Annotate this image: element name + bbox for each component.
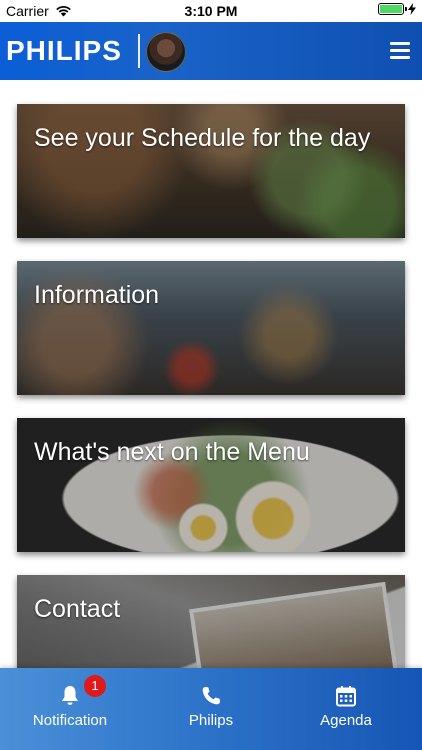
hamburger-menu-icon[interactable] [390,42,410,59]
phone-icon [202,687,220,705]
battery-icon [378,3,407,15]
menu-card[interactable]: What's next on the Menu [17,418,405,552]
tab-philips-label: Philips [188,712,234,729]
tab-bar: 1 Notification Philips Agenda [0,668,422,750]
card-list: See your Schedule for the day Informatio… [0,80,422,668]
schedule-card-title: See your Schedule for the day [34,124,371,152]
tab-notification-label: Notification [32,712,108,729]
contact-card[interactable]: Contact [17,575,405,668]
menu-card-title: What's next on the Menu [34,438,310,466]
tab-philips[interactable]: Philips [141,668,281,750]
status-bar: Carrier 3:10 PM [0,0,422,22]
notification-badge: 1 [84,675,106,697]
schedule-card[interactable]: See your Schedule for the day [17,104,405,238]
information-card[interactable]: Information [17,261,405,395]
avatar[interactable] [146,32,186,72]
bell-icon [62,686,78,705]
header-divider [138,34,140,68]
app-header: PHILIPS [0,22,422,80]
information-card-title: Information [34,281,160,309]
contact-card-title: Contact [34,595,121,623]
charging-bolt-icon [408,3,416,15]
tab-notification[interactable]: 1 Notification [0,668,140,750]
philips-logo: PHILIPS [6,35,122,66]
tab-agenda-label: Agenda [320,712,372,729]
status-time: 3:10 PM [184,3,238,19]
calendar-icon [336,686,356,707]
status-right [378,3,416,15]
tab-agenda[interactable]: Agenda [276,668,416,750]
